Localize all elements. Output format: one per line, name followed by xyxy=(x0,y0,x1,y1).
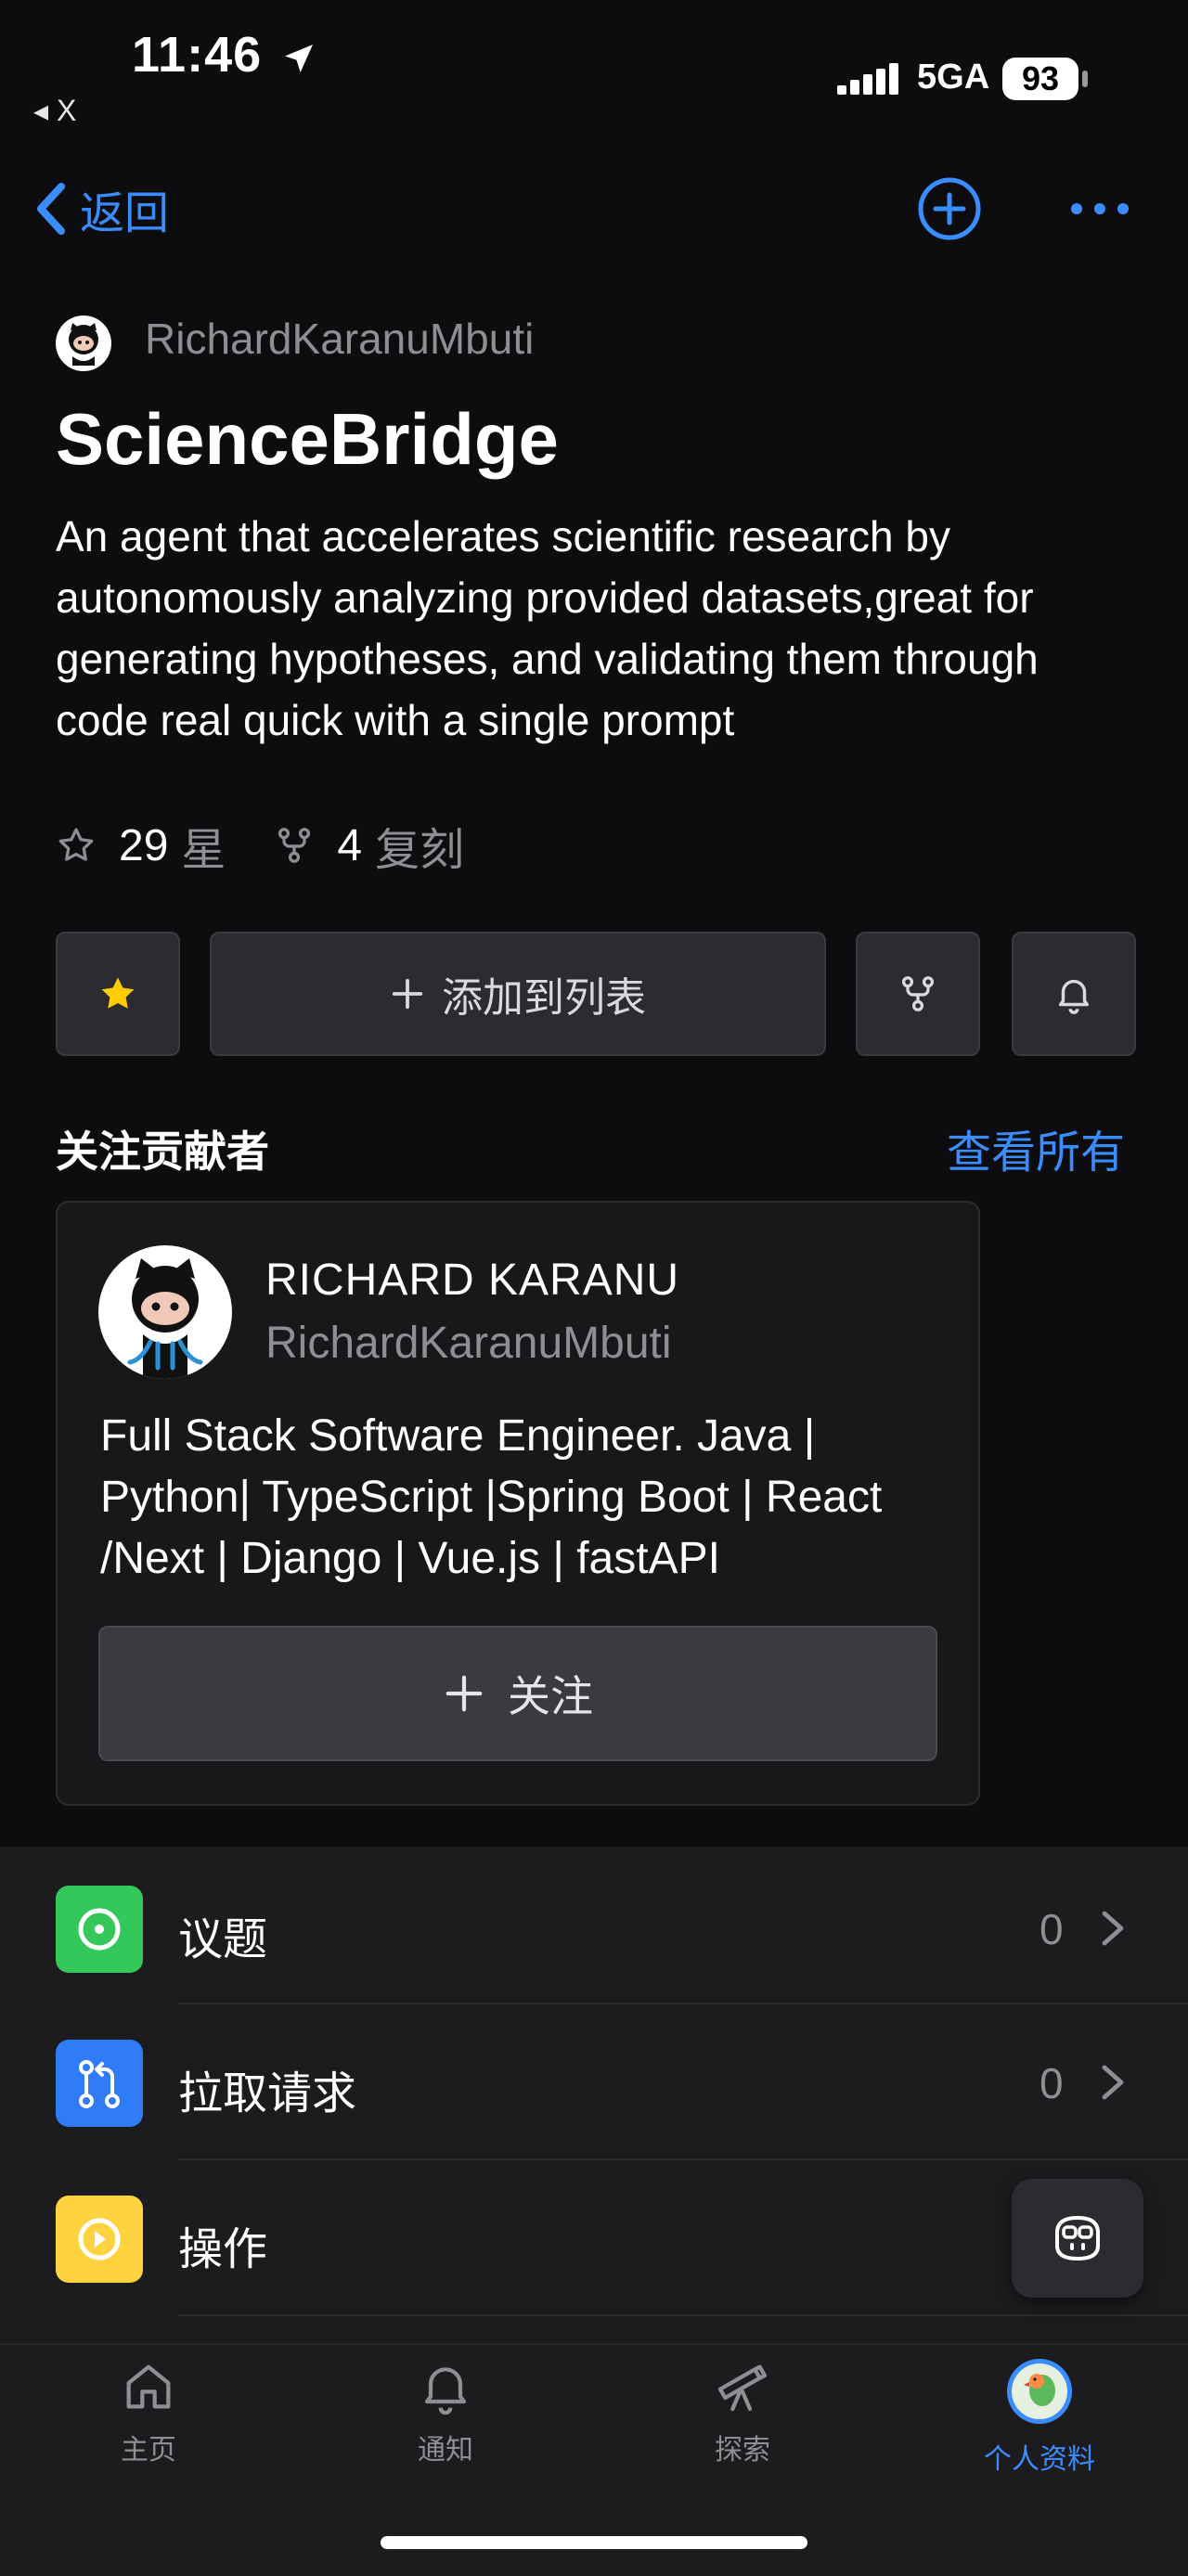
stars-unit: 星 xyxy=(181,826,226,875)
tab-explore-label: 探索 xyxy=(715,2435,770,2466)
pulls-count: 0 xyxy=(1040,2059,1064,2107)
tab-home-label: 主页 xyxy=(121,2435,176,2466)
star-outline-icon xyxy=(58,828,94,861)
actions-label: 操作 xyxy=(178,2225,268,2274)
back-button[interactable]: 返回 xyxy=(33,176,169,241)
issues-icon xyxy=(56,1886,143,1973)
list-divider xyxy=(178,2158,1188,2160)
signal-icon xyxy=(837,63,898,95)
fork-icon xyxy=(901,976,935,1011)
back-to-app-link[interactable]: ◂ X xyxy=(33,93,76,128)
fork-icon xyxy=(278,828,311,863)
battery-indicator: 93 xyxy=(1002,58,1078,100)
pull-request-icon xyxy=(56,2040,143,2127)
follow-label: 关注 xyxy=(508,1672,593,1720)
contributor-avatar[interactable] xyxy=(98,1245,232,1379)
contributor-name: RICHARD KARANU xyxy=(265,1256,680,1305)
profile-avatar-icon xyxy=(1007,2359,1072,2424)
telescope-icon xyxy=(717,2364,768,2412)
actions-play-icon xyxy=(56,2196,143,2283)
issues-count: 0 xyxy=(1040,1905,1064,1953)
location-arrow-icon xyxy=(285,44,314,72)
tab-profile-label: 个人资料 xyxy=(984,2444,1095,2475)
bell-icon xyxy=(424,2367,467,2415)
owner-avatar[interactable] xyxy=(56,316,111,371)
contributor-bio: Full Stack Software Engineer. Java | Pyt… xyxy=(100,1411,883,1583)
network-label: 5GA xyxy=(917,58,990,97)
add-circle-icon[interactable] xyxy=(917,176,982,241)
plus-icon xyxy=(446,1675,483,1712)
octocat-icon xyxy=(69,323,98,366)
plus-icon xyxy=(392,978,423,1010)
tab-home[interactable]: 主页 xyxy=(56,2357,241,2467)
forks-count[interactable]: 4 xyxy=(337,820,362,871)
list-item-actions[interactable]: 操作 xyxy=(0,2162,1188,2316)
tab-profile[interactable]: 个人资料 xyxy=(947,2357,1132,2477)
repo-owner[interactable]: RichardKaranuMbuti xyxy=(145,314,534,364)
copilot-icon xyxy=(1055,2215,1100,2261)
chevron-left-icon xyxy=(37,183,65,235)
list-item-issues[interactable]: 议题 0 xyxy=(0,1852,1188,2006)
contributors-section-title: 关注贡献者 xyxy=(56,1127,269,1176)
tab-explore[interactable]: 探索 xyxy=(650,2357,835,2467)
home-icon xyxy=(126,2364,171,2409)
list-divider xyxy=(178,2003,1188,2004)
repo-title: ScienceBridge xyxy=(56,398,559,480)
octocat-icon xyxy=(127,1258,203,1379)
repo-description: An agent that accelerates scientific res… xyxy=(56,512,1039,744)
status-time: 11:46 xyxy=(132,26,317,84)
more-icon[interactable] xyxy=(1067,195,1132,223)
list-divider xyxy=(178,2314,1188,2316)
star-button[interactable] xyxy=(56,932,180,1056)
back-label: 返回 xyxy=(80,189,170,238)
tab-notifications[interactable]: 通知 xyxy=(353,2357,538,2467)
stars-count[interactable]: 29 xyxy=(119,820,168,871)
copilot-button[interactable] xyxy=(1012,2179,1143,2298)
forks-unit: 复刻 xyxy=(375,826,465,875)
home-indicator xyxy=(381,2536,807,2549)
star-filled-icon xyxy=(101,977,135,1009)
contributor-login: RichardKaranuMbuti xyxy=(265,1319,672,1368)
chevron-right-icon xyxy=(1102,1911,1124,1946)
fork-button[interactable] xyxy=(856,932,980,1056)
pulls-label: 拉取请求 xyxy=(178,2069,357,2119)
chevron-right-icon xyxy=(1102,2065,1124,2100)
battery-nub xyxy=(1082,71,1088,87)
add-to-list-button[interactable]: 添加到列表 xyxy=(210,932,826,1056)
follow-button[interactable]: 关注 xyxy=(98,1626,937,1761)
bell-icon xyxy=(1058,979,1090,1014)
add-to-list-label: 添加到列表 xyxy=(442,975,646,1021)
repo-stats: 29 星 4 复刻 xyxy=(56,813,464,878)
tab-notifications-label: 通知 xyxy=(418,2435,473,2466)
issues-label: 议题 xyxy=(178,1915,268,1964)
list-item-pull-requests[interactable]: 拉取请求 0 xyxy=(0,2006,1188,2160)
view-all-link[interactable]: 查看所有 xyxy=(947,1115,1125,1180)
watch-button[interactable] xyxy=(1012,932,1136,1056)
